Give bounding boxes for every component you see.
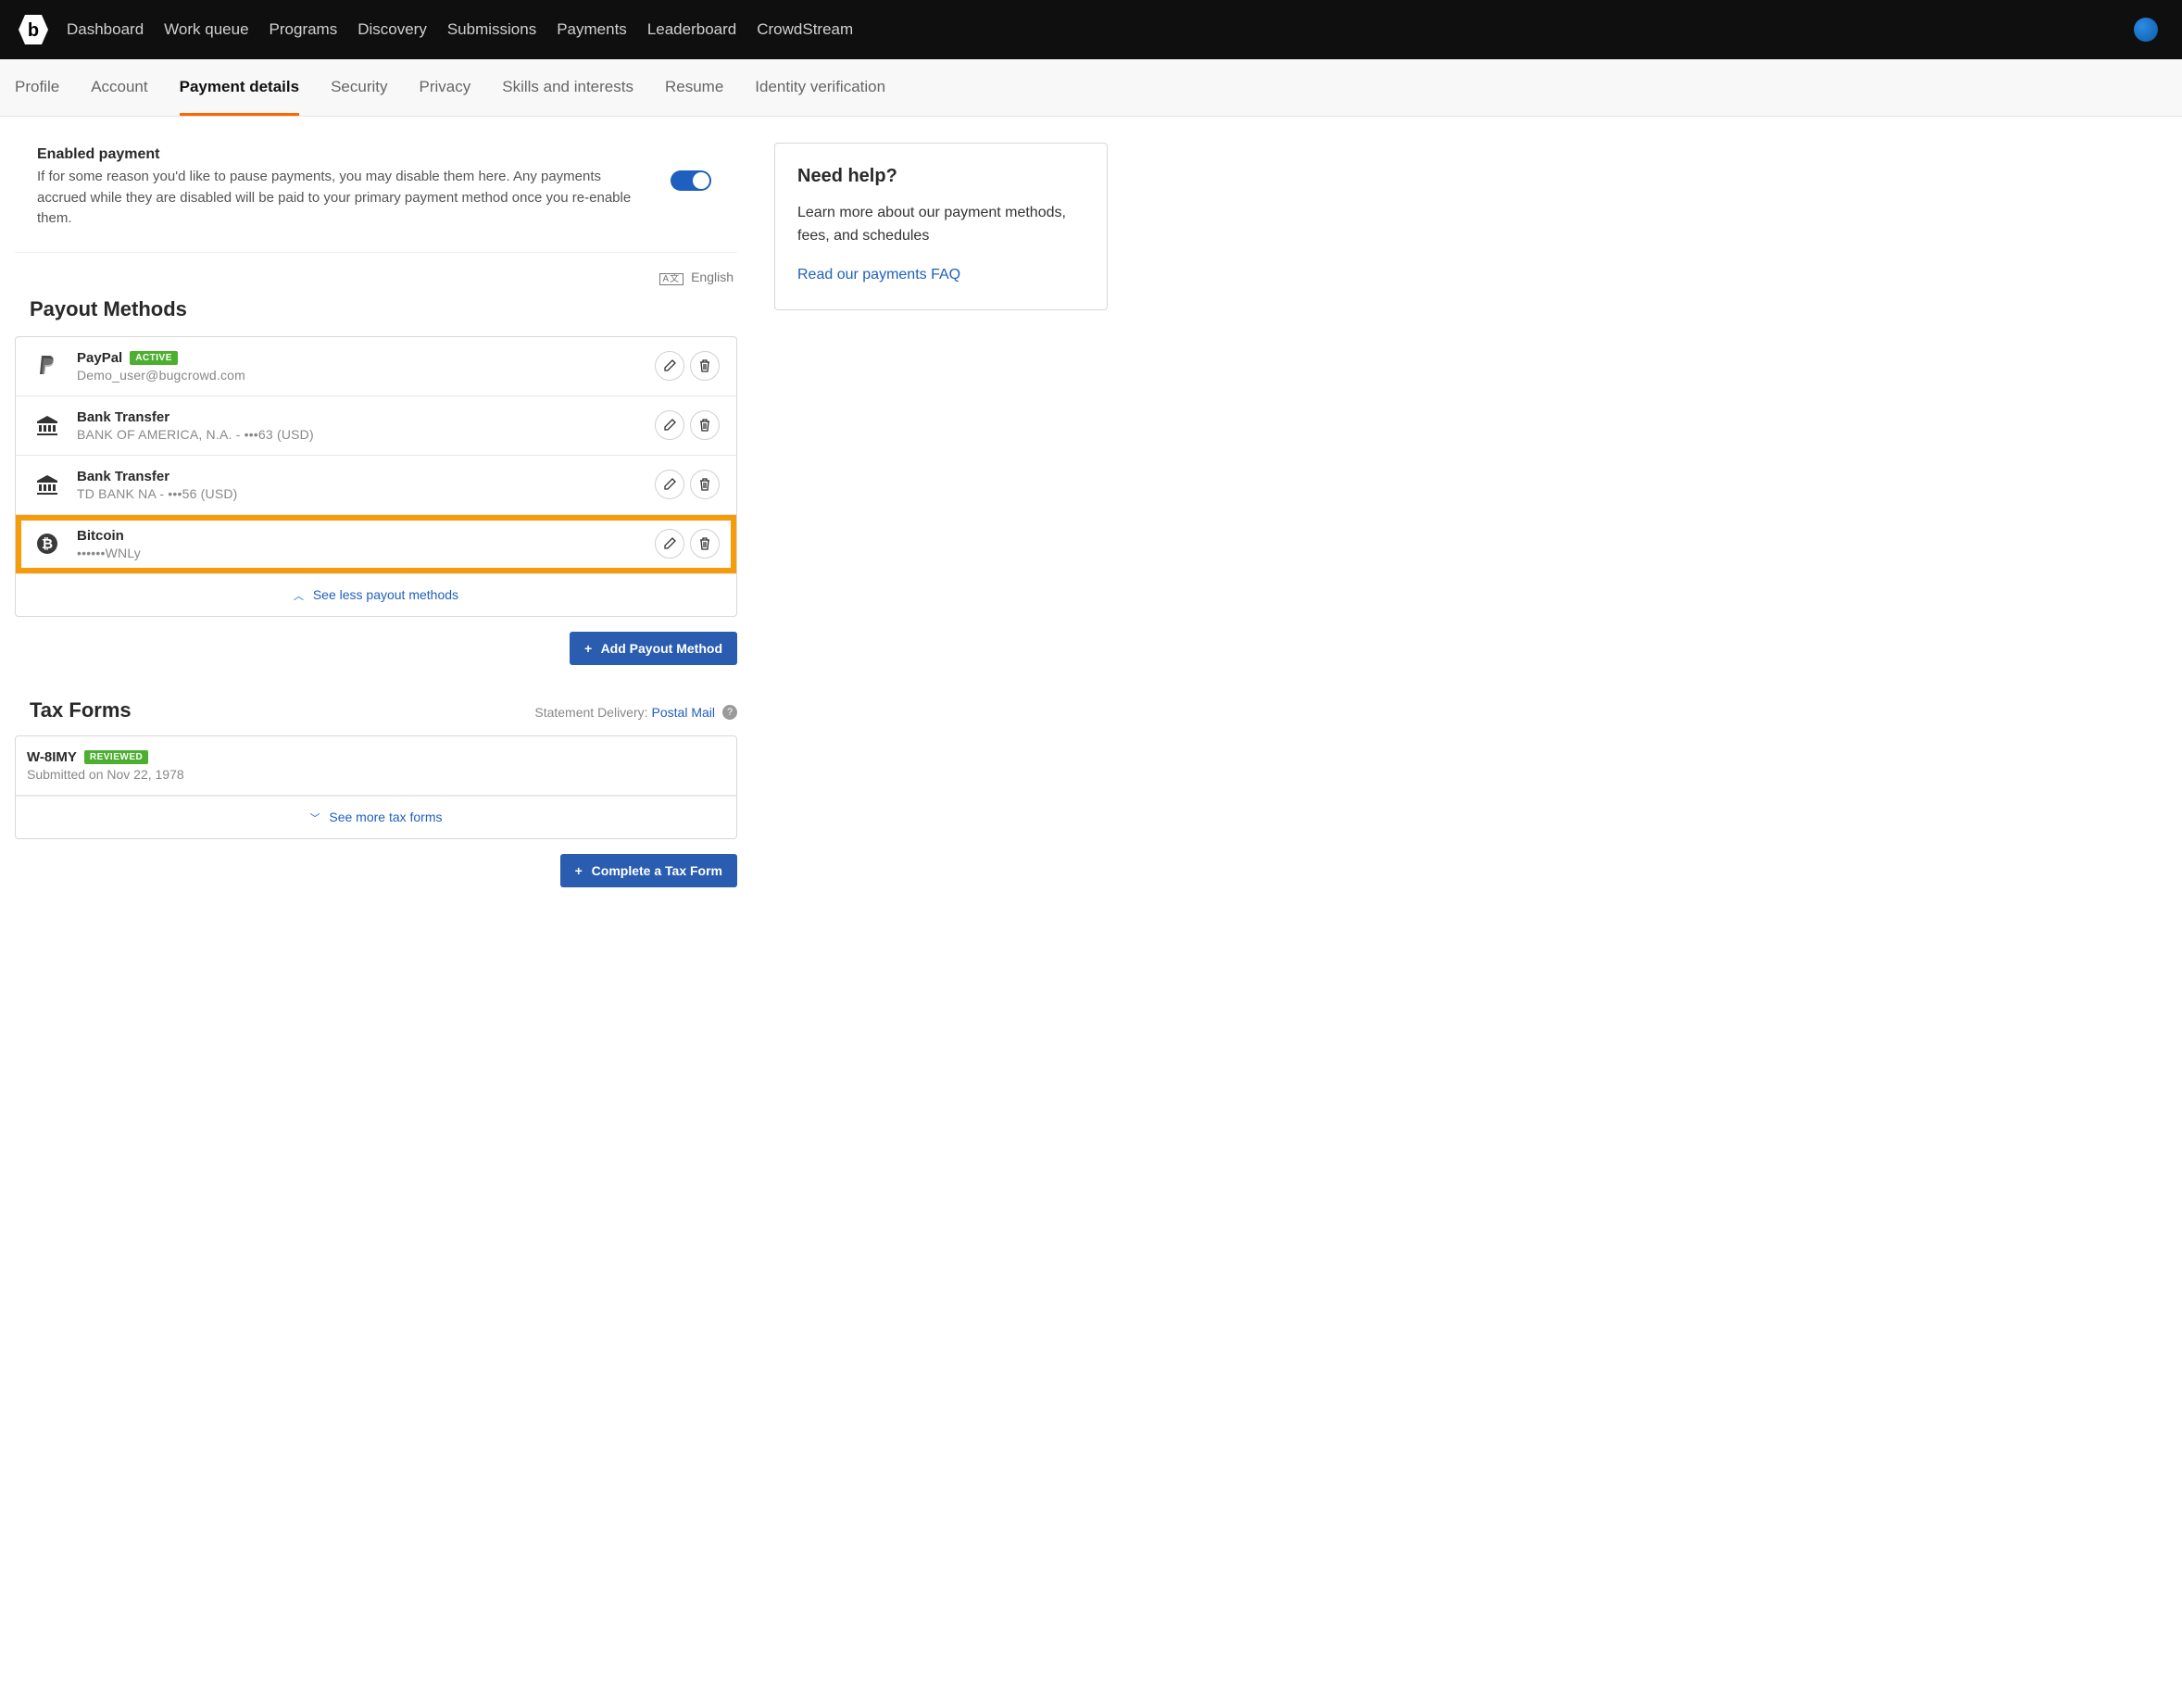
edit-button[interactable] <box>655 529 684 559</box>
edit-button[interactable] <box>655 410 684 440</box>
avatar[interactable] <box>2134 18 2158 42</box>
payout-row-paypal: PayPal ACTIVE Demo_user@bugcrowd.com <box>16 337 736 396</box>
paypal-icon <box>32 354 62 378</box>
tax-form-sub: Submitted on Nov 22, 1978 <box>27 767 725 782</box>
enabled-payment-desc: If for some reason you'd like to pause p… <box>37 167 648 230</box>
top-nav: b Dashboard Work queue Programs Discover… <box>0 0 2182 59</box>
payout-title: Bank Transfer <box>77 469 169 484</box>
translate-icon: A文 <box>659 273 684 285</box>
payout-methods-heading: Payout Methods <box>30 297 737 321</box>
collapse-label: See less payout methods <box>313 587 458 602</box>
plus-icon: + <box>575 863 583 878</box>
tax-form-row: W-8IMY REVIEWED Submitted on Nov 22, 197… <box>16 736 736 796</box>
help-link[interactable]: Read our payments FAQ <box>797 267 960 283</box>
payout-title: Bank Transfer <box>77 409 169 425</box>
delete-button[interactable] <box>690 529 720 559</box>
logo[interactable]: b <box>17 13 50 46</box>
delete-button[interactable] <box>690 351 720 381</box>
nav-dashboard[interactable]: Dashboard <box>67 20 144 39</box>
svg-text:₿: ₿ <box>42 536 53 552</box>
sub-nav: Profile Account Payment details Security… <box>0 59 2182 117</box>
tab-resume[interactable]: Resume <box>665 59 723 116</box>
add-payout-label: Add Payout Method <box>601 641 722 656</box>
nav-crowdstream[interactable]: CrowdStream <box>757 20 853 39</box>
nav-work-queue[interactable]: Work queue <box>164 20 248 39</box>
tab-privacy[interactable]: Privacy <box>420 59 471 116</box>
payout-sub: Demo_user@bugcrowd.com <box>77 368 640 383</box>
help-icon[interactable]: ? <box>722 705 737 720</box>
statement-label: Statement Delivery: <box>534 705 647 720</box>
top-nav-links: Dashboard Work queue Programs Discovery … <box>67 20 853 39</box>
payout-row-bitcoin: ₿ Bitcoin ••••••WNLy <box>16 515 736 573</box>
reviewed-badge: REVIEWED <box>84 750 148 764</box>
help-heading: Need help? <box>797 166 1085 187</box>
nav-leaderboard[interactable]: Leaderboard <box>647 20 736 39</box>
tab-identity[interactable]: Identity verification <box>755 59 885 116</box>
language-label: English <box>691 270 734 284</box>
expand-label: See more tax forms <box>329 810 442 824</box>
enabled-payment-toggle[interactable] <box>671 170 711 191</box>
payout-row-bank-2: Bank Transfer TD BANK NA - •••56 (USD) <box>16 456 736 515</box>
payout-sub: TD BANK NA - •••56 (USD) <box>77 486 640 501</box>
statement-delivery: Statement Delivery: Postal Mail ? <box>534 705 737 720</box>
plus-icon: + <box>584 641 592 656</box>
tax-form-title: W-8IMY <box>27 749 77 765</box>
payout-methods-card: PayPal ACTIVE Demo_user@bugcrowd.com Ban… <box>15 336 737 617</box>
bitcoin-icon: ₿ <box>32 533 62 555</box>
add-payout-button[interactable]: + Add Payout Method <box>570 632 737 665</box>
tax-forms-heading: Tax Forms <box>30 698 132 722</box>
svg-text:b: b <box>28 20 39 41</box>
complete-tax-button[interactable]: + Complete a Tax Form <box>560 854 737 887</box>
edit-button[interactable] <box>655 351 684 381</box>
enabled-payment-title: Enabled payment <box>37 146 648 163</box>
chevron-down-icon: ﹀ <box>309 813 320 824</box>
tab-security[interactable]: Security <box>331 59 387 116</box>
payout-sub: BANK OF AMERICA, N.A. - •••63 (USD) <box>77 427 640 442</box>
tax-forms-card: W-8IMY REVIEWED Submitted on Nov 22, 197… <box>15 735 737 839</box>
nav-payments[interactable]: Payments <box>557 20 627 39</box>
tab-payment-details[interactable]: Payment details <box>180 59 299 116</box>
payout-title: Bitcoin <box>77 528 124 544</box>
bank-icon <box>32 473 62 496</box>
delete-button[interactable] <box>690 470 720 499</box>
see-more-tax[interactable]: ﹀ See more tax forms <box>16 796 736 838</box>
statement-link[interactable]: Postal Mail <box>652 705 715 720</box>
nav-submissions[interactable]: Submissions <box>447 20 536 39</box>
language-selector[interactable]: A文 English <box>15 270 737 284</box>
tab-skills[interactable]: Skills and interests <box>502 59 633 116</box>
tab-profile[interactable]: Profile <box>15 59 59 116</box>
edit-button[interactable] <box>655 470 684 499</box>
payout-title: PayPal <box>77 350 122 366</box>
help-card: Need help? Learn more about our payment … <box>774 143 1108 310</box>
tab-account[interactable]: Account <box>91 59 147 116</box>
payout-row-bank-1: Bank Transfer BANK OF AMERICA, N.A. - ••… <box>16 396 736 456</box>
nav-programs[interactable]: Programs <box>270 20 338 39</box>
chevron-up-icon: ︿ <box>294 591 304 602</box>
active-badge: ACTIVE <box>130 351 178 365</box>
help-body: Learn more about our payment methods, fe… <box>797 202 1085 248</box>
delete-button[interactable] <box>690 410 720 440</box>
nav-discovery[interactable]: Discovery <box>357 20 427 39</box>
complete-tax-label: Complete a Tax Form <box>592 863 722 878</box>
payout-sub: ••••••WNLy <box>77 546 640 560</box>
enabled-payment-block: Enabled payment If for some reason you'd… <box>15 143 737 253</box>
bank-icon <box>32 414 62 436</box>
see-less-payout[interactable]: ︿ See less payout methods <box>16 573 736 616</box>
